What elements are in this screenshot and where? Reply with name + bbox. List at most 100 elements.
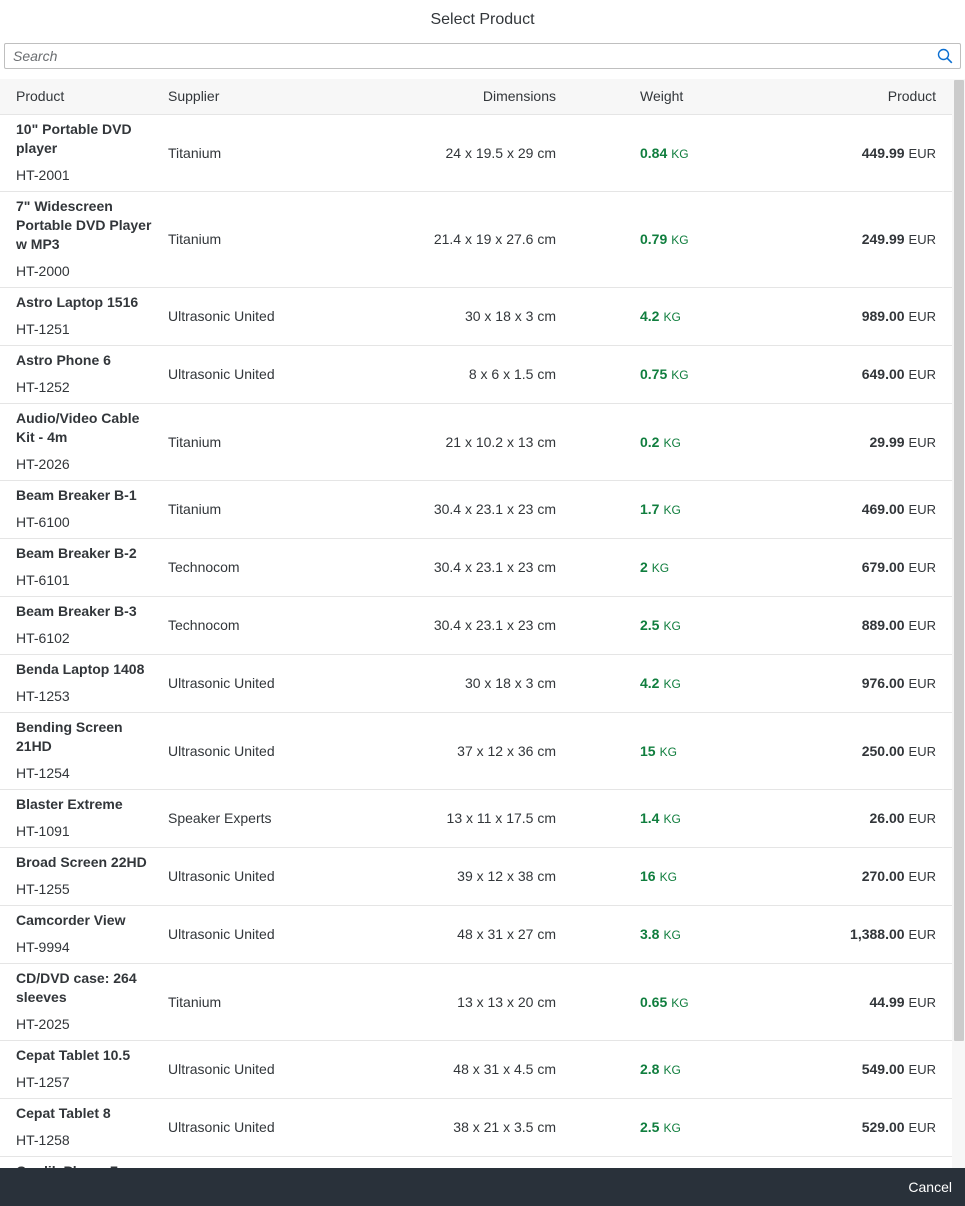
product-cell: Benda Laptop 1408 HT-1253	[0, 654, 168, 712]
price-value: 29.99	[869, 433, 905, 450]
table-row[interactable]: 7" Widescreen Portable DVD Player w MP3 H…	[0, 191, 952, 287]
product-cell: Audio/Video Cable Kit - 4m HT-2026	[0, 403, 168, 480]
dimensions-cell: 24 x 19.5 x 29 cm	[445, 144, 556, 161]
price-value: 469.00	[861, 501, 905, 517]
product-name: Beam Breaker B-1	[16, 486, 137, 503]
dimensions-cell: 30 x 18 x 3 cm	[464, 675, 556, 691]
table-row[interactable]: Beam Breaker B-2 HT-6101 Technocom 30.4 x 2…	[0, 538, 952, 596]
dimensions-cell: 13 x 11 x 17.5 cm	[446, 810, 556, 826]
price-cell: 529.00 EUR	[782, 1098, 952, 1156]
product-name: Beam Breaker B-2	[16, 544, 137, 561]
scrollbar-thumb[interactable]	[954, 80, 964, 1041]
weight-cell: 0.75KG	[572, 1156, 782, 1168]
product-name: Astro Laptop 1516	[16, 293, 139, 310]
weight-unit: KG	[659, 870, 677, 884]
supplier-cell: Titanium	[168, 993, 222, 1010]
weight-value: 0.65	[640, 993, 668, 1010]
table-row[interactable]: Audio/Video Cable Kit - 4m HT-2026 Titaniu…	[0, 403, 952, 480]
search-input[interactable]	[5, 44, 930, 68]
table-row[interactable]: Cepat Tablet 8 HT-1258 Ultrasonic United 38…	[0, 1098, 952, 1156]
table-row[interactable]: Blaster Extreme HT-1091 Speaker Experts 13 …	[0, 789, 952, 847]
product-id: HT-2000	[16, 262, 70, 279]
product-name: Blaster Extreme	[16, 795, 123, 812]
price-currency: EUR	[908, 560, 936, 575]
price-value: 976.00	[861, 675, 905, 691]
dialog-title: Select Product	[430, 10, 535, 28]
product-cell: Broad Screen 22HD HT-1255	[0, 847, 168, 905]
weight-unit: KG	[671, 995, 689, 1010]
table-row[interactable]: Broad Screen 22HD HT-1255 Ultrasonic Unite…	[0, 847, 952, 905]
table-row[interactable]: Cepat Tablet 10.5 HT-1257 Ultrasonic Unite…	[0, 1040, 952, 1098]
supplier-cell: Technocom	[168, 617, 240, 633]
weight-cell: 15 KG	[572, 712, 782, 789]
price-currency: EUR	[908, 232, 936, 247]
supplier-cell: Ultrasonic United	[168, 742, 275, 759]
price-currency: EUR	[908, 367, 936, 382]
dimensions-cell: 48 x 31 x 27 cm	[457, 926, 556, 942]
price-cell: 44.99 EUR	[782, 963, 952, 1040]
product-table: Product Supplier Dimensions Weight Produ…	[0, 79, 952, 1168]
search-icon[interactable]	[930, 44, 960, 68]
table-row[interactable]: Beam Breaker B-1 HT-6100 Titanium 30.4 x 23…	[0, 480, 952, 538]
search-field[interactable]	[4, 43, 961, 69]
weight-unit: KG	[659, 744, 677, 759]
column-header-supplier: Supplier	[168, 88, 220, 105]
table-row[interactable]: Astro Laptop 1516 HT-1251 Ultrasonic Unite…	[0, 287, 952, 345]
price-value: 529.00	[861, 1119, 905, 1135]
supplier-cell: Ultrasonic United	[168, 1061, 275, 1077]
product-id: HT-6101	[16, 571, 70, 588]
dimensions-cell: 39 x 12 x 38 cm	[457, 868, 556, 884]
product-cell: 7" Widescreen Portable DVD Player w MP3 H…	[0, 191, 168, 287]
weight-unit: KG	[663, 435, 681, 450]
weight-value: 0.2	[640, 433, 660, 450]
table-row[interactable]: Camcorder View HT-9994 Ultrasonic United 48…	[0, 905, 952, 963]
price-currency: EUR	[908, 1120, 936, 1135]
price-cell: 249.99 EUR	[782, 191, 952, 287]
weight-unit: KG	[671, 233, 689, 247]
product-cell: Astro Laptop 1516 HT-1251	[0, 287, 168, 345]
table-row[interactable]: Beam Breaker B-3 HT-6102 Technocom 30.4 x 2…	[0, 596, 952, 654]
price-value: 44.99	[869, 993, 905, 1010]
table-row[interactable]: Cerdik Phone 7HT-1256Ultrasonic United9 …	[0, 1156, 952, 1169]
table-row[interactable]: 10" Portable DVD player HT-2001 Titanium 24…	[0, 114, 952, 191]
dimensions-cell: 48 x 31 x 4.5 cm	[453, 1061, 556, 1077]
price-currency: EUR	[908, 869, 936, 884]
dialog-footer: Cancel	[0, 1168, 965, 1206]
supplier-cell: Ultrasonic United	[168, 675, 275, 691]
table-row[interactable]: Astro Phone 6 HT-1252 Ultrasonic United 8 x…	[0, 345, 952, 403]
price-cell: 29.99 EUR	[782, 403, 952, 480]
table-row[interactable]: Benda Laptop 1408 HT-1253 Ultrasonic Unite…	[0, 654, 952, 712]
weight-cell: 1.7 KG	[572, 480, 782, 538]
price-value: 549.00	[861, 1061, 905, 1077]
dimensions-cell: 21.4 x 19 x 27.6 cm	[433, 231, 556, 247]
price-currency: EUR	[908, 618, 936, 633]
price-currency: EUR	[908, 676, 936, 691]
product-name: Beam Breaker B-3	[16, 602, 137, 619]
table-row[interactable]: CD/DVD case: 264 sleeves HT-2025 Titanium 1…	[0, 963, 952, 1040]
dimensions-cell: 8 x 6 x 1.5 cm	[468, 366, 556, 382]
column-header-product: Product	[16, 88, 65, 105]
weight-cell: 4.2 KG	[572, 654, 782, 712]
price-cell: 976.00 EUR	[782, 654, 952, 712]
product-id: HT-1254	[16, 764, 70, 781]
weight-value: 1.4	[640, 810, 660, 826]
table-row[interactable]: Bending Screen 21HD HT-1254 Ultrasonic Uni…	[0, 712, 952, 789]
product-cell: Beam Breaker B-3 HT-6102	[0, 596, 168, 654]
product-cell: Camcorder View HT-9994	[0, 905, 168, 963]
product-id: HT-1257	[16, 1073, 70, 1090]
product-name: 7" Widescreen Portable DVD Player w MP3	[16, 197, 152, 252]
product-id: HT-2001	[16, 166, 70, 183]
price-value: 250.00	[861, 742, 905, 759]
price-cell: 250.00 EUR	[782, 712, 952, 789]
product-cell: Cepat Tablet 8 HT-1258	[0, 1098, 168, 1156]
weight-unit: KG	[663, 310, 681, 324]
supplier-cell: Ultrasonic United	[168, 366, 275, 382]
product-name: Cepat Tablet 10.5	[16, 1046, 131, 1063]
cancel-button[interactable]: Cancel	[896, 1172, 964, 1202]
product-name: 10" Portable DVD player	[16, 120, 132, 156]
supplier-cell: Ultrasonic United	[168, 308, 275, 324]
product-cell: 10" Portable DVD player HT-2001	[0, 114, 168, 191]
price-cell: 649.00 EUR	[782, 345, 952, 403]
weight-value: 0.75	[640, 366, 668, 382]
weight-value: 16	[640, 868, 656, 884]
